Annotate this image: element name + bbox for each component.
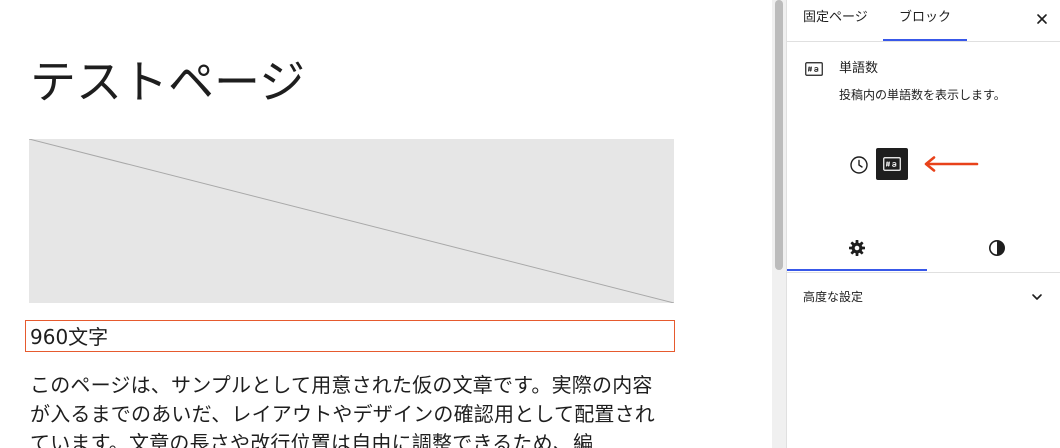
advanced-panel-toggle[interactable]: 高度な設定 [787,274,1060,320]
close-icon [1037,14,1047,24]
chevron-down-icon [1032,294,1042,300]
image-placeholder[interactable] [29,139,674,303]
settings-sidebar: 固定ページ ブロック 単語数 投稿内の単語数を表示します。 高度な設定 [786,0,1060,448]
block-variations [847,148,1017,182]
tab-settings[interactable] [787,228,927,272]
paragraph-block[interactable]: このページは、サンプルとして用意された仮の文章です。実際の内容が入るまでのあいだ… [30,371,670,448]
editor-canvas: テストページ 960文字 このページは、サンプルとして用意された仮の文章です。実… [0,0,772,448]
block-card: 単語数 投稿内の単語数を表示します。 [805,60,1055,110]
word-count-icon [883,157,901,171]
tab-styles[interactable] [927,228,1060,272]
settings-tabs [787,228,1060,273]
active-tab-indicator [883,39,967,41]
image-placeholder-diagonal [29,139,674,303]
word-count-text: 960文字 [30,325,109,349]
tab-block[interactable]: ブロック [883,0,967,41]
word-count-icon [805,62,823,76]
editor-scrollbar-thumb[interactable] [775,0,783,270]
word-count-block[interactable]: 960文字 [25,320,675,352]
active-settings-tab-indicator [787,269,927,271]
block-card-description: 投稿内の単語数を表示します。 [839,88,1006,102]
block-editor-window: テストページ 960文字 このページは、サンプルとして用意された仮の文章です。実… [0,0,1060,448]
variation-time-to-read-button[interactable] [847,153,871,177]
tab-page[interactable]: 固定ページ [803,0,868,41]
advanced-panel-label: 高度な設定 [803,290,864,304]
sidebar-header: 固定ページ ブロック [787,0,1060,42]
variation-word-count-button[interactable] [876,148,908,180]
page-title[interactable]: テストページ [30,52,305,112]
block-card-title: 単語数 [839,61,879,76]
arrow-left-icon [924,156,979,172]
half-circle-contrast-icon [989,240,1005,256]
gear-icon [849,240,865,256]
clock-icon [850,156,868,174]
close-sidebar-button[interactable] [1029,6,1055,32]
